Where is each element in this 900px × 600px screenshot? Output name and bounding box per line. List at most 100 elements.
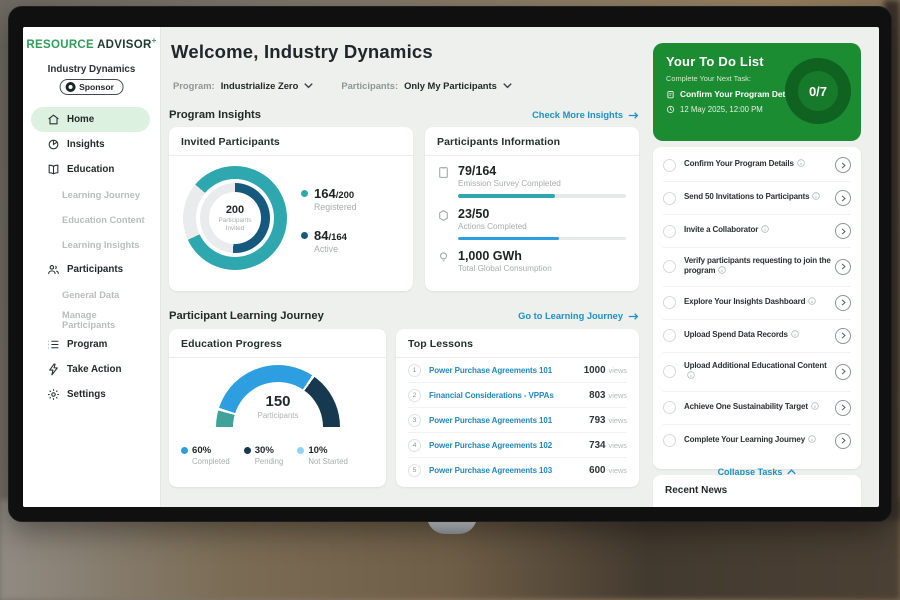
todo-open-button[interactable]	[835, 157, 851, 173]
sidebar-item-settings[interactable]: Settings	[31, 382, 150, 407]
sidebar-item-home[interactable]: Home	[31, 107, 150, 132]
legend-dot	[244, 447, 251, 454]
legend-item-not-started: 10% Not Started	[297, 445, 347, 466]
sidebar-item-manage-participants[interactable]: Manage Participants	[31, 307, 150, 332]
todo-checkbox[interactable]	[663, 329, 676, 342]
todo-item: Achieve One Sustainability Target	[663, 392, 851, 425]
program-select[interactable]: Program: Industrialize Zero	[173, 80, 313, 91]
survey-icon	[437, 166, 450, 179]
todo-item-label: Upload Additional Educational Content	[684, 361, 827, 370]
todo-summary-card: Your To Do List Complete Your Next Task:…	[653, 43, 861, 141]
double-donut: 200 Participants Invited	[183, 166, 287, 270]
todo-open-button[interactable]	[835, 223, 851, 239]
lesson-row[interactable]: 1 Power Purchase Agreements 101 1000 vie…	[408, 358, 627, 383]
info-icon	[791, 330, 799, 341]
info-icon	[718, 266, 726, 277]
sidebar-item-general-data[interactable]: General Data	[31, 282, 150, 307]
info-icon	[808, 435, 816, 446]
todo-progress-ring-hole: 0/7	[798, 71, 838, 111]
lesson-rank: 1	[408, 364, 421, 377]
scene: RESOURCE ADVISOR+ Industry Dynamics Spon…	[0, 0, 900, 600]
todo-item-label: Invite a Collaborator	[684, 225, 758, 234]
todo-item-label: Complete Your Learning Journey	[684, 435, 805, 444]
lesson-views-label: views	[609, 416, 627, 425]
todo-item-label: Achieve One Sustainability Target	[684, 402, 808, 411]
home-icon	[47, 113, 60, 126]
lesson-rank: 5	[408, 464, 421, 477]
card-title: Top Lessons	[396, 329, 639, 358]
todo-open-button[interactable]	[835, 433, 851, 449]
info-icon	[808, 297, 816, 308]
donut-center: 200 Participants Invited	[209, 192, 261, 244]
sidebar-item-label: Participants	[67, 264, 123, 275]
sidebar-item-insights[interactable]: Insights	[31, 132, 150, 157]
legend-item-completed: 60% Completed	[181, 445, 230, 466]
legend-item-pending: 30% Pending	[244, 445, 284, 466]
donut-legend: 164/200 Registered 84/164 Active	[301, 186, 357, 270]
go-to-learning-journey-link[interactable]: Go to Learning Journey	[518, 311, 639, 321]
sidebar-item-education-content[interactable]: Education Content	[31, 207, 150, 232]
filter-bar: Program: Industrialize Zero Participants…	[173, 80, 512, 91]
todo-item: Invite a Collaborator	[663, 215, 851, 248]
progress-bar	[458, 237, 626, 241]
stat-value: 23/50	[458, 207, 527, 221]
participants-select[interactable]: Participants: Only My Participants	[341, 80, 512, 91]
lesson-views-label: views	[609, 441, 627, 450]
todo-checkbox[interactable]	[663, 159, 676, 172]
lesson-link[interactable]: Power Purchase Agreements 102	[429, 441, 589, 450]
todo-item-label: Confirm Your Program Details	[684, 159, 794, 168]
todo-open-button[interactable]	[835, 295, 851, 311]
todo-checkbox[interactable]	[663, 401, 676, 414]
todo-open-button[interactable]	[835, 328, 851, 344]
take-action-icon	[47, 363, 60, 376]
todo-checkbox[interactable]	[663, 365, 676, 378]
sidebar-item-participants[interactable]: Participants	[31, 257, 150, 282]
lesson-link[interactable]: Financial Considerations - VPPAs	[429, 391, 589, 400]
lesson-row[interactable]: 2 Financial Considerations - VPPAs 803 v…	[408, 383, 627, 408]
stat-value: 1,000 GWh	[458, 249, 552, 263]
todo-open-button[interactable]	[835, 190, 851, 206]
sidebar-item-learning-journey[interactable]: Learning Journey	[31, 182, 150, 207]
lesson-row[interactable]: 4 Power Purchase Agreements 102 734 view…	[408, 433, 627, 458]
todo-checkbox[interactable]	[663, 260, 676, 273]
todo-checkbox[interactable]	[663, 225, 676, 238]
sidebar-item-learning-insights[interactable]: Learning Insights	[31, 232, 150, 257]
todo-open-button[interactable]	[835, 259, 851, 275]
lesson-row[interactable]: 5 Power Purchase Agreements 103 600 view…	[408, 458, 627, 483]
legend-total: /164	[328, 232, 347, 243]
page-title: Welcome, Industry Dynamics	[171, 41, 433, 63]
todo-checkbox[interactable]	[663, 192, 676, 205]
todo-open-button[interactable]	[835, 400, 851, 416]
lesson-link[interactable]: Power Purchase Agreements 101	[429, 416, 589, 425]
legend-dot	[181, 447, 188, 454]
link-label: Check More Insights	[532, 110, 623, 120]
sidebar-item-program[interactable]: Program	[31, 332, 150, 357]
sidebar-item-label: Take Action	[67, 364, 121, 375]
progress-bar	[458, 194, 626, 198]
info-icon	[797, 159, 805, 170]
legend-value: 164	[314, 186, 336, 201]
lesson-row[interactable]: 3 Power Purchase Agreements 101 793 view…	[408, 408, 627, 433]
todo-checkbox[interactable]	[663, 296, 676, 309]
legend-dot	[301, 232, 308, 239]
gauge-legend: 60% Completed 30% Pending 10% Not Starte…	[181, 445, 348, 466]
card-title: Invited Participants	[169, 127, 413, 156]
donut-center-label: Participants Invited	[213, 217, 257, 233]
todo-open-button[interactable]	[835, 364, 851, 380]
check-more-insights-link[interactable]: Check More Insights	[532, 110, 639, 120]
todo-checkbox[interactable]	[663, 434, 676, 447]
sidebar-item-education[interactable]: Education	[31, 157, 150, 182]
stat-value: 79/164	[458, 164, 561, 178]
learning-journey-section-header: Participant Learning Journey Go to Learn…	[169, 310, 639, 322]
stat-label: Emission Survey Completed	[458, 179, 561, 188]
sponsor-icon	[65, 82, 75, 92]
lesson-link[interactable]: Power Purchase Agreements 103	[429, 466, 589, 475]
stat-emission-survey: 79/164 Emission Survey Completed	[437, 164, 627, 188]
sidebar-nav: Home Insights Education Learning Journey	[23, 107, 160, 407]
lesson-link[interactable]: Power Purchase Agreements 101	[429, 366, 584, 375]
todo-item: Upload Spend Data Records	[663, 320, 851, 353]
logo-plus: +	[152, 36, 157, 45]
todo-item-label: Verify participants requesting to join t…	[684, 256, 831, 275]
sidebar-item-take-action[interactable]: Take Action	[31, 357, 150, 382]
lesson-views-label: views	[609, 391, 627, 400]
